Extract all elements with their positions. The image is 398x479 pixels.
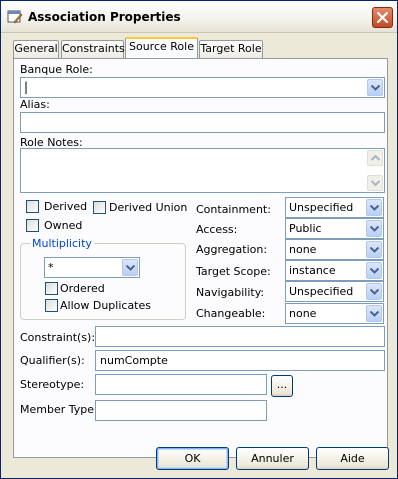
ordered-checkbox[interactable] [45,282,58,295]
target-scope-label: Target Scope: [196,265,271,278]
aggregation-value: none [289,243,317,256]
multiplicity-title: Multiplicity [30,237,94,250]
close-button[interactable] [372,7,393,28]
tab-constraints[interactable]: Constraints [61,40,125,58]
chevron-down-icon[interactable] [366,305,382,322]
chevron-down-icon[interactable] [366,220,382,237]
containment-select[interactable]: Unspecified [285,197,384,218]
scroll-down-icon[interactable] [367,175,383,191]
association-properties-dialog: Association Properties General Constrain… [0,0,398,479]
qualifiers-input[interactable]: numCompte [95,350,385,371]
chevron-down-icon[interactable] [366,262,382,279]
tab-source-role[interactable]: Source Role [125,37,198,58]
target-scope-value: instance [289,264,336,277]
banque-role-select[interactable]: | [20,77,385,98]
navigability-select[interactable]: Unspecified [285,281,384,302]
dialog-icon [7,10,23,24]
stereotype-input[interactable] [95,374,267,395]
owned-checkbox[interactable] [26,219,39,232]
stereotype-label: Stereotype: [20,378,85,391]
access-value: Public [289,222,322,235]
help-button[interactable]: Aide [316,447,389,470]
allow-duplicates-checkbox[interactable] [45,299,58,312]
aggregation-select[interactable]: none [285,239,384,260]
containment-label: Containment: [196,203,271,216]
role-notes-textarea[interactable] [20,148,385,193]
multiplicity-value: * [48,261,54,274]
changeable-label: Changeable: [196,307,266,320]
multiplicity-select[interactable]: * [44,257,140,278]
constraints-input[interactable] [95,326,385,347]
alias-label: Alias: [20,98,50,111]
access-select[interactable]: Public [285,218,384,239]
title-bar: Association Properties [1,1,397,33]
owned-label: Owned [44,219,83,232]
alias-input[interactable] [20,112,385,133]
containment-value: Unspecified [289,201,354,214]
stereotype-browse-button[interactable]: ... [271,375,293,397]
changeable-value: none [289,307,317,320]
cancel-button[interactable]: Annuler [236,447,309,470]
chevron-down-icon[interactable] [366,199,382,216]
member-type-label: Member Type: [20,403,98,416]
allow-duplicates-label: Allow Duplicates [60,299,151,312]
scroll-up-icon[interactable] [367,150,383,166]
member-type-input[interactable] [95,400,267,421]
dialog-content: General Constraints Source Role Target R… [4,34,394,458]
banque-role-label: Banque Role: [20,63,93,76]
chevron-down-icon[interactable] [122,259,138,276]
access-label: Access: [196,223,238,236]
aggregation-label: Aggregation: [196,243,268,256]
chevron-down-icon[interactable] [367,79,383,96]
constraints-label: Constraint(s): [20,331,96,344]
derived-union-checkbox[interactable] [93,201,106,214]
chevron-down-icon[interactable] [366,283,382,300]
target-scope-select[interactable]: instance [285,260,384,281]
navigability-value: Unspecified [289,285,354,298]
role-notes-scrollbar[interactable] [367,150,383,191]
tab-target-role[interactable]: Target Role [199,40,263,58]
chevron-down-icon[interactable] [366,241,382,258]
changeable-select[interactable]: none [285,303,384,324]
navigability-label: Navigability: [196,286,265,299]
ordered-label: Ordered [60,282,105,295]
ok-button[interactable]: OK [156,447,229,470]
derived-checkbox[interactable] [26,200,39,213]
qualifiers-label: Qualifier(s): [20,354,85,367]
derived-label: Derived [44,200,88,213]
derived-union-label: Derived Union [109,201,188,214]
window-title: Association Properties [28,10,181,24]
tab-general[interactable]: General [13,40,59,58]
text-caret: | [24,80,29,94]
